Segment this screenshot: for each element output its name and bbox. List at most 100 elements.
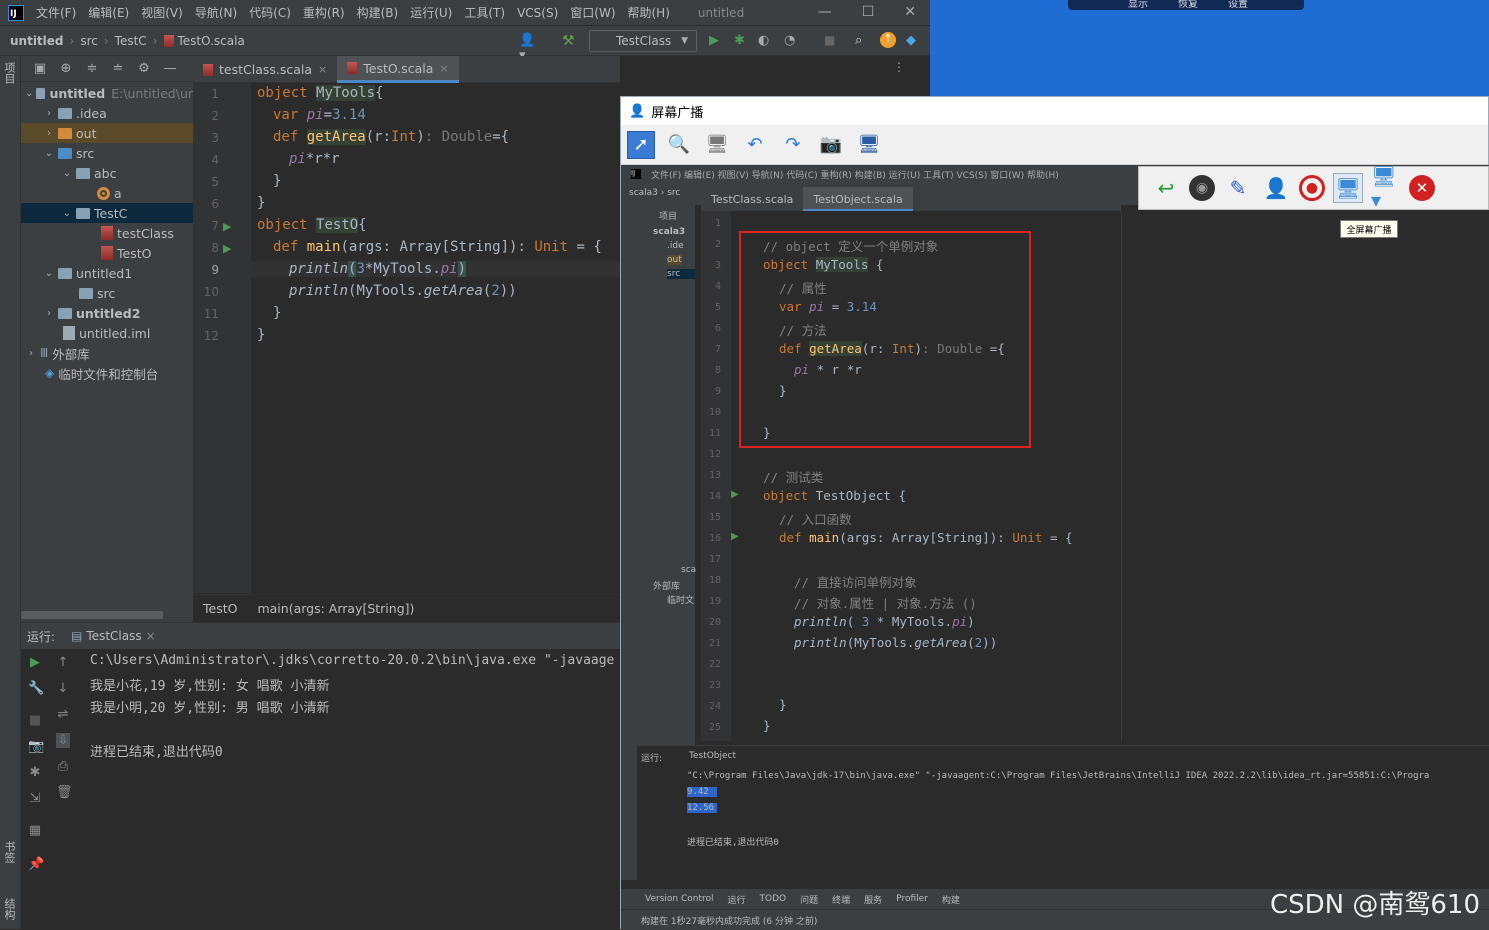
- breadcrumb-project[interactable]: untitled: [10, 34, 64, 48]
- tree-item-src[interactable]: ⌄ src: [21, 143, 193, 163]
- inner-tool-run[interactable]: 运行: [728, 893, 746, 906]
- tree-item-untitled1-src[interactable]: src: [21, 283, 193, 303]
- tree-item-testc[interactable]: ⌄ TestC: [21, 203, 193, 223]
- redo-icon[interactable]: ↷: [779, 131, 807, 159]
- user-broadcast-icon[interactable]: 👤: [1261, 173, 1291, 203]
- inner-run-gutter-icon[interactable]: ▶: [731, 489, 739, 500]
- menu-code[interactable]: 代码(C): [249, 4, 291, 21]
- run-gutter-icon[interactable]: ▶: [223, 220, 231, 233]
- tree-item-idea[interactable]: › .idea: [21, 103, 193, 123]
- down-icon[interactable]: ↓: [56, 681, 70, 696]
- settings-button[interactable]: 设置: [1228, 0, 1248, 10]
- plugin-icon[interactable]: ◆: [906, 33, 920, 48]
- print-icon[interactable]: ⎙: [56, 759, 70, 774]
- tree-item-untitled-iml[interactable]: untitled.iml: [21, 323, 193, 343]
- tab-testclass[interactable]: testClass.scala ×: [193, 56, 337, 83]
- user-icon[interactable]: 👤▾: [519, 33, 535, 63]
- inner-tab-testclass[interactable]: TestClass.scala: [701, 187, 803, 211]
- bookmarks-tool-tab[interactable]: 书签: [3, 841, 17, 863]
- scroll-to-end-icon[interactable]: ⇩: [56, 733, 70, 748]
- project-tool-tab[interactable]: 项目: [3, 62, 17, 84]
- panel-icon[interactable]: ▣: [33, 61, 47, 76]
- maximize-icon[interactable]: ☐: [862, 4, 875, 20]
- hide-icon[interactable]: —: [163, 61, 177, 76]
- stop-icon[interactable]: ■: [28, 713, 42, 728]
- run-gutter-icon[interactable]: ▶: [223, 242, 231, 255]
- menu-file[interactable]: 文件(F): [36, 4, 76, 21]
- soft-wrap-icon[interactable]: ⇌: [56, 707, 70, 722]
- menu-vcs[interactable]: VCS(S): [517, 6, 558, 20]
- rerun-icon[interactable]: ▶: [28, 655, 42, 670]
- debug-icon[interactable]: ✱: [734, 33, 748, 48]
- zoom-icon[interactable]: 🔍: [665, 131, 693, 159]
- breadcrumb-src[interactable]: src: [80, 34, 98, 48]
- menu-run[interactable]: 运行(U): [410, 4, 452, 21]
- pointer-icon[interactable]: ➚: [627, 130, 655, 159]
- wrench-icon[interactable]: 🔧: [28, 681, 44, 696]
- close-tab-icon[interactable]: ×: [318, 63, 327, 76]
- fullscreen-broadcast-icon[interactable]: 🖥: [1333, 173, 1363, 203]
- tree-item-testo[interactable]: TestO: [21, 243, 193, 263]
- collapse-all-icon[interactable]: ≐: [111, 61, 125, 76]
- menu-view[interactable]: 视图(V): [141, 4, 183, 21]
- record-icon[interactable]: ●: [1299, 175, 1325, 201]
- pin-icon[interactable]: 📌: [28, 857, 44, 872]
- inner-run-tab[interactable]: TestObject: [689, 751, 736, 761]
- search-icon[interactable]: ⌕: [855, 33, 869, 48]
- trash-icon[interactable]: 🗑: [56, 785, 73, 800]
- menu-help[interactable]: 帮助(H): [628, 4, 670, 21]
- inner-run-gutter-icon[interactable]: ▶: [731, 531, 739, 542]
- run-icon[interactable]: ▶: [709, 33, 723, 48]
- profile-icon[interactable]: ◔: [784, 33, 798, 48]
- menu-refactor[interactable]: 重构(R): [303, 4, 345, 21]
- tree-item-untitled1[interactable]: ⌄ untitled1: [21, 263, 193, 283]
- layout-icon[interactable]: ▦: [28, 823, 42, 838]
- inner-tab-testobject[interactable]: TestObject.scala: [803, 187, 913, 211]
- menu-navigate[interactable]: 导航(N): [195, 4, 237, 21]
- structure-tool-tab[interactable]: 结构: [3, 898, 17, 920]
- update-icon[interactable]: ↑: [880, 32, 896, 48]
- menu-tools[interactable]: 工具(T): [464, 4, 505, 21]
- snapshot-icon[interactable]: 📷: [817, 131, 845, 159]
- inner-tool-vcs[interactable]: Version Control: [645, 894, 714, 904]
- horizontal-scrollbar[interactable]: [21, 611, 163, 619]
- monitor-dropdown-icon[interactable]: 🖥▾: [1371, 164, 1401, 212]
- hammer-icon[interactable]: ⚒: [562, 33, 576, 49]
- tab-testo[interactable]: TestO.scala ×: [337, 56, 459, 83]
- minimize-icon[interactable]: —: [818, 4, 832, 20]
- stop-icon[interactable]: ■: [824, 33, 838, 47]
- tree-item-scratches[interactable]: ◈ 临时文件和控制台: [21, 363, 193, 383]
- tree-item-abc[interactable]: ⌄ abc: [21, 163, 193, 183]
- menu-window[interactable]: 窗口(W): [570, 4, 615, 21]
- inner-tool-terminal[interactable]: 终端: [832, 893, 850, 906]
- menu-build[interactable]: 构建(B): [357, 4, 399, 21]
- return-icon[interactable]: ↩: [1151, 173, 1181, 203]
- run-config-select[interactable]: TestClass ▼: [589, 30, 697, 52]
- breadcrumb-object[interactable]: TestO: [203, 601, 237, 616]
- tree-item-out[interactable]: › out: [21, 123, 193, 143]
- close-tab-icon[interactable]: ×: [146, 629, 156, 643]
- debug-icon[interactable]: ✱: [28, 765, 42, 780]
- more-icon[interactable]: ⋮: [893, 60, 905, 74]
- code-area[interactable]: object MyTools{ var pi=3.14 def getArea(…: [251, 83, 620, 593]
- inner-tool-problems[interactable]: 问题: [800, 893, 818, 906]
- breadcrumb-method[interactable]: main(args: Array[String]): [257, 601, 414, 616]
- menu-edit[interactable]: 编辑(E): [88, 4, 129, 21]
- inner-tool-services[interactable]: 服务: [864, 893, 882, 906]
- tree-item-a[interactable]: a: [21, 183, 193, 203]
- monitor-icon[interactable]: 🖥: [703, 131, 731, 159]
- show-button[interactable]: 显示: [1128, 0, 1148, 10]
- breadcrumb-package[interactable]: TestC: [115, 34, 147, 48]
- tree-item-testclass[interactable]: testClass: [21, 223, 193, 243]
- tree-item-external-libs[interactable]: › Ⅲ 外部库: [21, 343, 193, 363]
- locate-icon[interactable]: ⊕: [59, 61, 73, 76]
- breadcrumb-file[interactable]: TestO.scala: [178, 34, 245, 48]
- expand-all-icon[interactable]: ≑: [85, 61, 99, 76]
- run-tab[interactable]: ▤ TestClass ×: [71, 629, 156, 643]
- pen-icon[interactable]: ✎: [1223, 173, 1253, 203]
- up-icon[interactable]: ↑: [56, 655, 70, 670]
- camera-lens-icon[interactable]: ◉: [1189, 175, 1215, 201]
- gear-icon[interactable]: ⚙: [137, 61, 151, 76]
- record-screen-icon[interactable]: 🖥: [855, 131, 883, 159]
- inner-tool-todo[interactable]: TODO: [760, 894, 787, 904]
